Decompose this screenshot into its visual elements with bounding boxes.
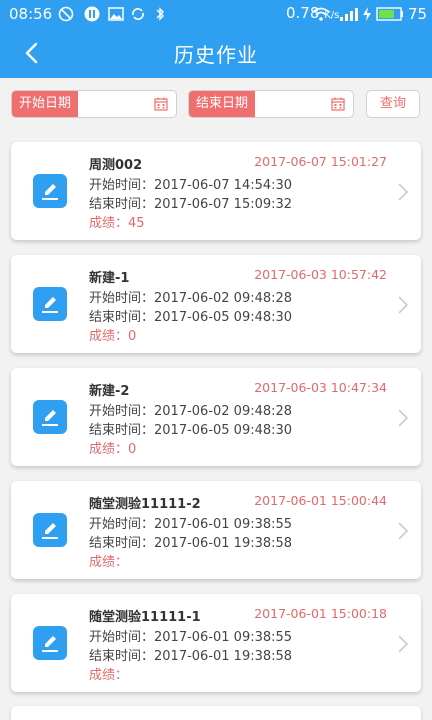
end-date-input[interactable] [255, 91, 329, 117]
homework-card[interactable]: 周测002 2017-06-07 15:01:27 开始时间：2017-06-0… [11, 142, 421, 240]
title-bar: 历史作业 [0, 28, 432, 78]
calendar-icon[interactable] [154, 97, 168, 111]
calendar-icon[interactable] [331, 97, 345, 111]
score: 成绩：0 [89, 442, 137, 457]
chevron-right-icon [398, 296, 409, 314]
start-date-input[interactable] [78, 91, 152, 117]
edit-icon [33, 400, 67, 434]
start-time: 开始时间：2017-06-01 09:38:55 [89, 630, 293, 645]
battery-level: 75 [408, 5, 428, 23]
start-date-field[interactable]: 开始日期 [11, 90, 177, 118]
end-date-label: 结束日期 [189, 91, 255, 117]
created-time: 2017-06-03 10:57:42 [254, 267, 387, 282]
status-bar: 08:56 0.78 K/s 75 [0, 0, 432, 28]
end-time: 结束时间：2017-06-05 09:48:30 [89, 423, 293, 438]
page-title: 历史作业 [174, 43, 258, 67]
status-time: 08:56 [9, 5, 53, 23]
start-time: 开始时间：2017-06-01 09:38:55 [89, 517, 293, 532]
homework-title: 随堂测验11111-2 [89, 497, 201, 512]
homework-card-partial[interactable] [11, 706, 421, 720]
battery-icon [376, 7, 403, 21]
homework-card[interactable]: 新建-1 2017-06-03 10:57:42 开始时间：2017-06-02… [11, 255, 421, 353]
image-notification-icon [108, 7, 124, 21]
score: 成绩：0 [89, 329, 137, 344]
chevron-right-icon [398, 522, 409, 540]
homework-card[interactable]: 新建-2 2017-06-03 10:47:34 开始时间：2017-06-02… [11, 368, 421, 466]
homework-title: 随堂测验11111-1 [89, 610, 201, 625]
start-date-label: 开始日期 [12, 91, 78, 117]
signal-icon [340, 8, 358, 21]
app-notification-icon [84, 6, 100, 22]
created-time: 2017-06-07 15:01:27 [254, 154, 387, 169]
homework-title: 新建-1 [89, 271, 130, 286]
chevron-right-icon [398, 409, 409, 427]
sync-notification-icon [132, 8, 144, 20]
homework-title: 新建-2 [89, 384, 130, 399]
chevron-right-icon [398, 183, 409, 201]
homework-title: 周测002 [89, 158, 143, 173]
score: 成绩： [89, 668, 129, 683]
charging-icon [363, 7, 371, 21]
date-filter-bar: 开始日期 结束日期 查询 [0, 88, 432, 122]
end-time: 结束时间：2017-06-01 19:38:58 [89, 536, 293, 551]
wifi-icon [312, 7, 330, 21]
end-time: 结束时间：2017-06-01 19:38:58 [89, 649, 293, 664]
edit-icon [33, 174, 67, 208]
score: 成绩： [89, 555, 129, 570]
start-time: 开始时间：2017-06-02 09:48:28 [89, 291, 293, 306]
end-time: 结束时间：2017-06-05 09:48:30 [89, 310, 293, 325]
end-date-field[interactable]: 结束日期 [188, 90, 354, 118]
created-time: 2017-06-01 15:00:18 [254, 606, 387, 621]
homework-card[interactable]: 随堂测验11111-2 2017-06-01 15:00:44 开始时间：201… [11, 481, 421, 579]
do-not-disturb-icon [58, 6, 74, 22]
start-time: 开始时间：2017-06-02 09:48:28 [89, 404, 293, 419]
homework-card[interactable]: 随堂测验11111-1 2017-06-01 15:00:18 开始时间：201… [11, 594, 421, 692]
chevron-right-icon [398, 635, 409, 653]
edit-icon [33, 513, 67, 547]
created-time: 2017-06-03 10:47:34 [254, 380, 387, 395]
search-button[interactable]: 查询 [366, 90, 420, 118]
app-header: 08:56 0.78 K/s 75 历史作业 [0, 0, 432, 78]
start-time: 开始时间：2017-06-07 14:54:30 [89, 178, 293, 193]
score: 成绩：45 [89, 216, 145, 231]
bluetooth-icon [156, 7, 164, 21]
end-time: 结束时间：2017-06-07 15:09:32 [89, 197, 293, 212]
edit-icon [33, 626, 67, 660]
created-time: 2017-06-01 15:00:44 [254, 493, 387, 508]
edit-icon [33, 287, 67, 321]
